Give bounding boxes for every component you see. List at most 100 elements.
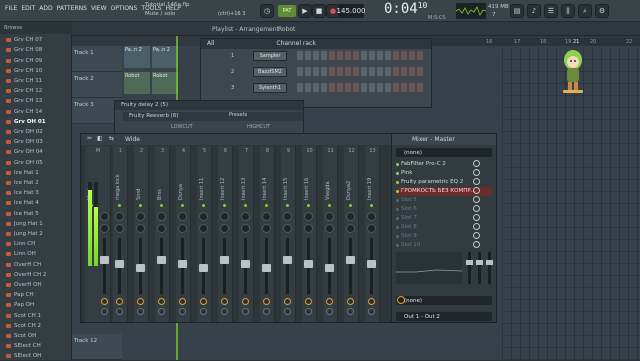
stereo-knob[interactable]	[325, 224, 334, 233]
mixer-strip[interactable]: 7 Insert 13	[239, 146, 254, 322]
send-route-icon[interactable]	[263, 298, 270, 305]
browser-item[interactable]: Ice Hat 3	[6, 189, 70, 198]
sidechain-route-icon[interactable]	[200, 308, 207, 315]
step-button[interactable]	[361, 51, 367, 60]
track-header-bottom[interactable]: Track 12	[72, 334, 122, 360]
volume-fader[interactable]	[346, 256, 355, 264]
slot-enable-led[interactable]	[396, 243, 399, 247]
clip-pattern-1[interactable]: Pa..n 2	[124, 46, 150, 68]
send-route-icon[interactable]	[368, 298, 375, 305]
step-button[interactable]	[377, 51, 383, 60]
browser-item[interactable]: Jung Hat 1	[6, 220, 70, 229]
browser-item[interactable]: OverH CH	[6, 260, 70, 269]
browser-item[interactable]: OverH CH 2	[6, 271, 70, 280]
browser-item[interactable]: Grv OH 04	[6, 148, 70, 157]
mix-knob[interactable]	[473, 187, 480, 194]
pan-knob[interactable]	[199, 212, 208, 221]
step-button[interactable]	[409, 83, 415, 92]
strip-active-led[interactable]	[265, 204, 268, 207]
mixer-layout-name[interactable]: Wide	[125, 136, 140, 143]
strip-active-led[interactable]	[139, 204, 142, 207]
step-button[interactable]	[337, 67, 343, 76]
browser-item[interactable]: Grv OH 05	[6, 158, 70, 167]
sidechain-route-icon[interactable]	[326, 308, 333, 315]
browser-icon[interactable]: ⌕	[578, 4, 592, 18]
stereo-knob[interactable]	[346, 224, 355, 233]
mixer-strip[interactable]: 10 Insert 16	[302, 146, 317, 322]
channel-bazzism2[interactable]: BazzISM2	[253, 67, 287, 77]
stereo-knob[interactable]	[220, 224, 229, 233]
playlist-ruler[interactable]: 16 17 18 19 20 21 22	[430, 38, 640, 46]
step-button[interactable]	[401, 83, 407, 92]
pan-knob[interactable]	[283, 212, 292, 221]
pan-knob[interactable]	[136, 212, 145, 221]
mixer-strip[interactable]: 13 Insert 19	[365, 146, 380, 322]
send-route-icon[interactable]	[137, 298, 144, 305]
browser-item[interactable]: Scot CH 1	[6, 311, 70, 320]
browser-item[interactable]: Grv CH 11	[6, 77, 70, 86]
browser-item[interactable]: SElect CH	[6, 342, 70, 351]
step-button[interactable]	[321, 67, 327, 76]
tempo-display[interactable]: 145.000	[337, 4, 365, 18]
menu-patterns[interactable]: PATTERNS	[56, 5, 88, 12]
pan-knob[interactable]	[346, 212, 355, 221]
presets-label[interactable]: Presets	[229, 112, 247, 118]
step-button[interactable]	[361, 83, 367, 92]
sidechain-route-icon[interactable]	[305, 308, 312, 315]
clip-pattern-2[interactable]: Pa..n 2	[152, 46, 178, 68]
pan-knob[interactable]	[367, 212, 376, 221]
step-button[interactable]	[377, 83, 383, 92]
slot-enable-led[interactable]	[396, 171, 399, 175]
fx-slot[interactable]: Pink	[396, 169, 492, 178]
plugin-icon[interactable]: ⚙	[595, 4, 609, 18]
strip-active-led[interactable]	[181, 204, 184, 207]
send-route-icon[interactable]	[179, 298, 186, 305]
send-route-icon[interactable]	[284, 298, 291, 305]
step-button[interactable]	[361, 67, 367, 76]
stereo-knob[interactable]	[136, 224, 145, 233]
pan-knob[interactable]	[220, 212, 229, 221]
pan-knob[interactable]	[262, 212, 271, 221]
step-button[interactable]	[401, 51, 407, 60]
browser-item[interactable]: Scot CH 2	[6, 322, 70, 331]
pan-knob[interactable]	[304, 212, 313, 221]
browser-item[interactable]: Grv CH 10	[6, 67, 70, 76]
step-button[interactable]	[385, 67, 391, 76]
step-button[interactable]	[377, 67, 383, 76]
step-button[interactable]	[345, 67, 351, 76]
volume-fader[interactable]	[157, 256, 166, 264]
browser-item[interactable]: Ice Hat 5	[6, 209, 70, 218]
menu-options[interactable]: OPTIONS	[110, 5, 139, 12]
fx-slot[interactable]: ГРОМКОСТЬ БЕЗ КОМПР...	[396, 187, 492, 196]
channel-sampler[interactable]: Sampler	[253, 51, 287, 61]
browser-item[interactable]: Ice Hat 2	[6, 179, 70, 188]
step-button[interactable]	[305, 51, 311, 60]
stereo-knob[interactable]	[100, 224, 109, 233]
stereo-knob[interactable]	[241, 224, 250, 233]
browser-item[interactable]: Scot OH	[6, 332, 70, 341]
step-button[interactable]	[417, 67, 423, 76]
mixer-strip[interactable]: 4 Dvnya	[176, 146, 191, 322]
menu-view[interactable]: VIEW	[90, 5, 108, 12]
fx-slot[interactable]: Fruity parametric EQ 2	[396, 178, 492, 187]
stereo-knob[interactable]	[262, 224, 271, 233]
track-header-2[interactable]: Track 2	[72, 72, 122, 98]
browser-item[interactable]: Grv OH 03	[6, 138, 70, 147]
mix-knob[interactable]	[473, 223, 480, 230]
mixer-arrange-icon[interactable]: ⇆	[109, 135, 114, 142]
mixer-strip[interactable]: 2 Snrd	[134, 146, 149, 322]
mixer-strip[interactable]: 3 Brxs	[155, 146, 170, 322]
sidechain-route-icon[interactable]	[116, 308, 123, 315]
browser-item[interactable]: SElect OH	[6, 352, 70, 361]
step-button[interactable]	[393, 83, 399, 92]
fx-slot[interactable]: FabFilter Pro-C 2	[396, 160, 492, 169]
stereo-knob[interactable]	[199, 224, 208, 233]
browser-item[interactable]: Pap OH	[6, 301, 70, 310]
fx-slot-empty[interactable]: Slot 8	[396, 223, 492, 232]
browser-item[interactable]: Grv OH 02	[6, 128, 70, 137]
stereo-knob[interactable]	[157, 224, 166, 233]
mixer-strip[interactable]: 8 Insert 14	[260, 146, 275, 322]
volume-fader[interactable]	[136, 264, 145, 272]
volume-fader[interactable]	[220, 256, 229, 264]
step-button[interactable]	[313, 51, 319, 60]
